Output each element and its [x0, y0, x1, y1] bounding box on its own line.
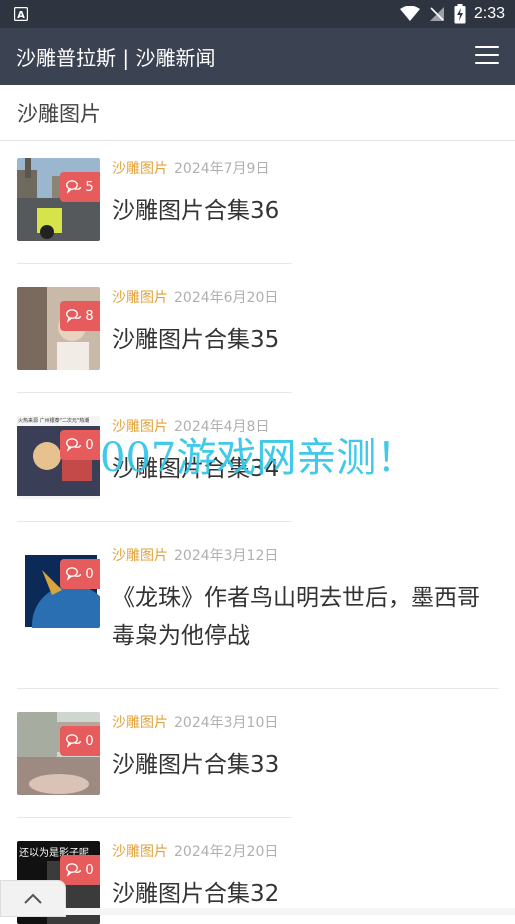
- article-date: 2024年3月10日: [174, 715, 279, 731]
- article-thumbnail[interactable]: 8: [17, 287, 100, 370]
- section-title: 沙雕图片: [17, 102, 101, 126]
- comment-badge: 0: [60, 855, 100, 885]
- article-meta: 沙雕图片 2024年3月12日: [112, 545, 278, 565]
- comment-count: 0: [85, 437, 94, 453]
- wifi-icon: [399, 6, 420, 21]
- no-signal-icon: [429, 7, 444, 21]
- article-date: 2024年2月20日: [174, 844, 279, 860]
- comment-count: 0: [85, 862, 94, 878]
- article-category[interactable]: 沙雕图片: [112, 715, 168, 731]
- comment-badge: 0: [60, 430, 100, 460]
- article-category[interactable]: 沙雕图片: [112, 161, 168, 177]
- article-meta: 沙雕图片 2024年7月9日: [112, 158, 269, 178]
- section-header: 沙雕图片: [0, 85, 515, 141]
- article-date: 2024年6月20日: [174, 290, 279, 306]
- article-category[interactable]: 沙雕图片: [112, 548, 168, 564]
- comment-count: 5: [85, 179, 94, 195]
- article-date: 2024年7月9日: [174, 161, 270, 177]
- divider: [17, 521, 292, 522]
- hamburger-menu-icon[interactable]: [475, 46, 499, 66]
- status-bar: A 2:33: [0, 0, 515, 28]
- article-thumbnail[interactable]: 0: [17, 545, 100, 628]
- clock: 2:33: [473, 5, 505, 22]
- article-thumbnail[interactable]: 0: [17, 712, 100, 795]
- divider: [17, 263, 292, 264]
- article-date: 2024年3月12日: [174, 548, 279, 564]
- thumbnail-caption: 火热来源 广州银泰"二次元"热潮: [18, 418, 90, 424]
- article-thumbnail[interactable]: 火热来源 广州银泰"二次元"热潮 0: [17, 416, 100, 499]
- article-category[interactable]: 沙雕图片: [112, 290, 168, 306]
- article-title[interactable]: 沙雕图片合集33: [112, 746, 502, 784]
- bottom-bar: [64, 908, 515, 915]
- comment-badge: 5: [60, 172, 100, 202]
- watermark: 007游戏网亲测！: [100, 435, 417, 481]
- comment-icon: [66, 567, 82, 581]
- article-title[interactable]: 沙雕图片合集35: [112, 321, 502, 359]
- comment-icon: [66, 734, 82, 748]
- comment-count: 8: [85, 308, 94, 324]
- article-category[interactable]: 沙雕图片: [112, 844, 168, 860]
- article-title[interactable]: 沙雕图片合集36: [112, 192, 502, 230]
- article-thumbnail[interactable]: 5: [17, 158, 100, 241]
- article-meta: 沙雕图片 2024年6月20日: [112, 287, 278, 307]
- comment-count: 0: [85, 733, 94, 749]
- comment-icon: [66, 309, 82, 323]
- article-title[interactable]: 《龙珠》作者鸟山明去世后，墨西哥毒枭为他停战: [112, 579, 502, 655]
- comment-count: 0: [85, 566, 94, 582]
- comment-badge: 0: [60, 559, 100, 589]
- comment-badge: 8: [60, 301, 100, 331]
- article-meta: 沙雕图片 2024年2月20日: [112, 841, 278, 861]
- battery-charging-icon: [454, 4, 466, 24]
- chevron-up-icon: [24, 893, 42, 904]
- divider: [17, 817, 292, 818]
- comment-icon: [66, 180, 82, 194]
- divider: [17, 688, 499, 689]
- comment-icon: [66, 863, 82, 877]
- app-notification-icon: A: [14, 7, 28, 21]
- comment-icon: [66, 438, 82, 452]
- article-meta: 沙雕图片 2024年3月10日: [112, 712, 278, 732]
- scroll-to-top-button[interactable]: [0, 880, 66, 917]
- app-bar: 沙雕普拉斯 | 沙雕新闻: [0, 28, 515, 85]
- app-title[interactable]: 沙雕普拉斯 | 沙雕新闻: [16, 42, 215, 71]
- comment-badge: 0: [60, 726, 100, 756]
- svg-text:A: A: [17, 10, 25, 21]
- divider: [17, 392, 292, 393]
